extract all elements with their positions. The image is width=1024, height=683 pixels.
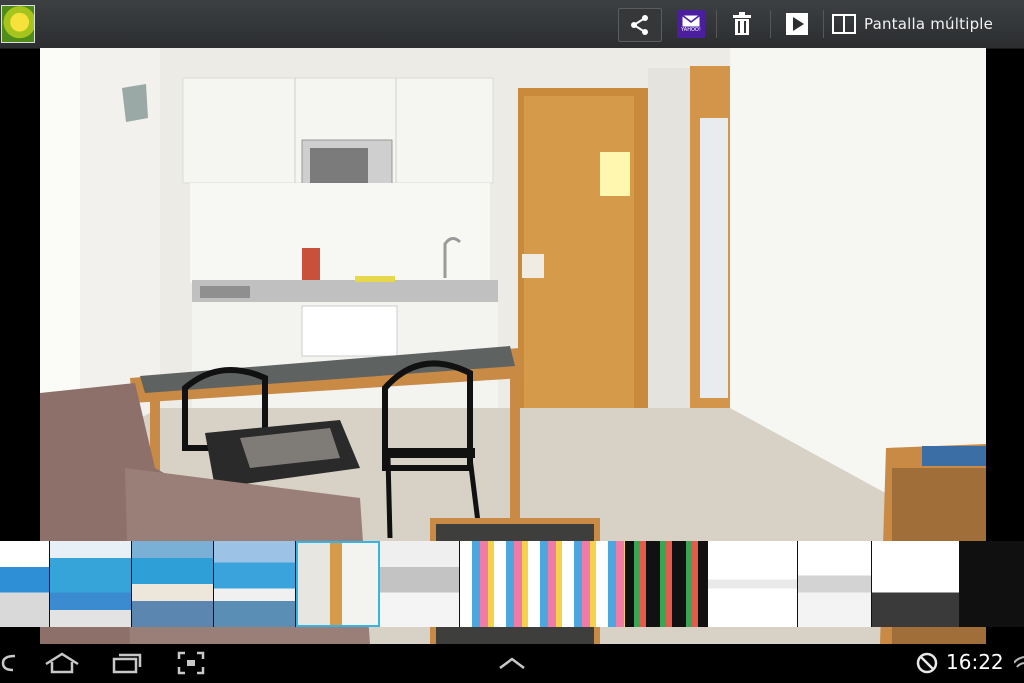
share-button[interactable] (618, 8, 662, 42)
sync-status (914, 650, 940, 676)
multi-window-label: Pantalla múltiple (864, 15, 994, 33)
screenshot-button[interactable] (175, 650, 207, 676)
play-icon (786, 13, 808, 35)
slideshow-button[interactable] (784, 8, 810, 40)
filmstrip-thumb[interactable] (798, 541, 872, 627)
filmstrip-thumb[interactable] (960, 541, 1024, 627)
multi-window-button[interactable]: Pantalla múltiple (832, 8, 1012, 40)
share-icon (631, 15, 648, 35)
filmstrip-thumb-selected[interactable] (296, 541, 380, 627)
no-sync-icon (916, 652, 938, 674)
wifi-icon (1014, 656, 1024, 668)
home-button[interactable] (42, 650, 82, 676)
trash-icon (733, 12, 751, 35)
wifi-status (1014, 650, 1024, 676)
back-button[interactable] (0, 650, 16, 676)
recent-apps-button[interactable] (110, 650, 144, 676)
status-clock: 16:22 (946, 650, 1004, 674)
action-bar: YAHOO! Pantalla múltiple (0, 0, 1024, 49)
mail-badge-text: YAHOO! (681, 27, 701, 33)
filmstrip-thumb[interactable] (50, 541, 132, 627)
filmstrip-thumb[interactable] (626, 541, 708, 627)
back-icon (1, 654, 15, 672)
filmstrip-thumb[interactable] (380, 541, 460, 627)
up-arrow-button[interactable] (496, 650, 528, 676)
filmstrip-thumb[interactable] (872, 541, 960, 627)
filmstrip-thumb[interactable] (460, 541, 626, 627)
filmstrip-thumb[interactable] (214, 541, 296, 627)
delete-button[interactable] (728, 8, 756, 40)
up-arrow-icon (499, 657, 525, 669)
system-nav-bar (0, 644, 1024, 683)
screenshot-icon (177, 651, 205, 675)
home-icon (45, 652, 79, 674)
filmstrip-thumb[interactable] (132, 541, 214, 627)
filmstrip[interactable] (0, 541, 1024, 627)
recent-apps-icon (112, 653, 142, 674)
yahoo-mail-button[interactable]: YAHOO! (677, 10, 705, 38)
multi-window-icon (832, 14, 856, 34)
filmstrip-thumb[interactable] (0, 541, 50, 627)
filmstrip-thumb[interactable] (708, 541, 798, 627)
album-thumbnail[interactable] (1, 5, 35, 43)
mail-icon (682, 15, 700, 27)
